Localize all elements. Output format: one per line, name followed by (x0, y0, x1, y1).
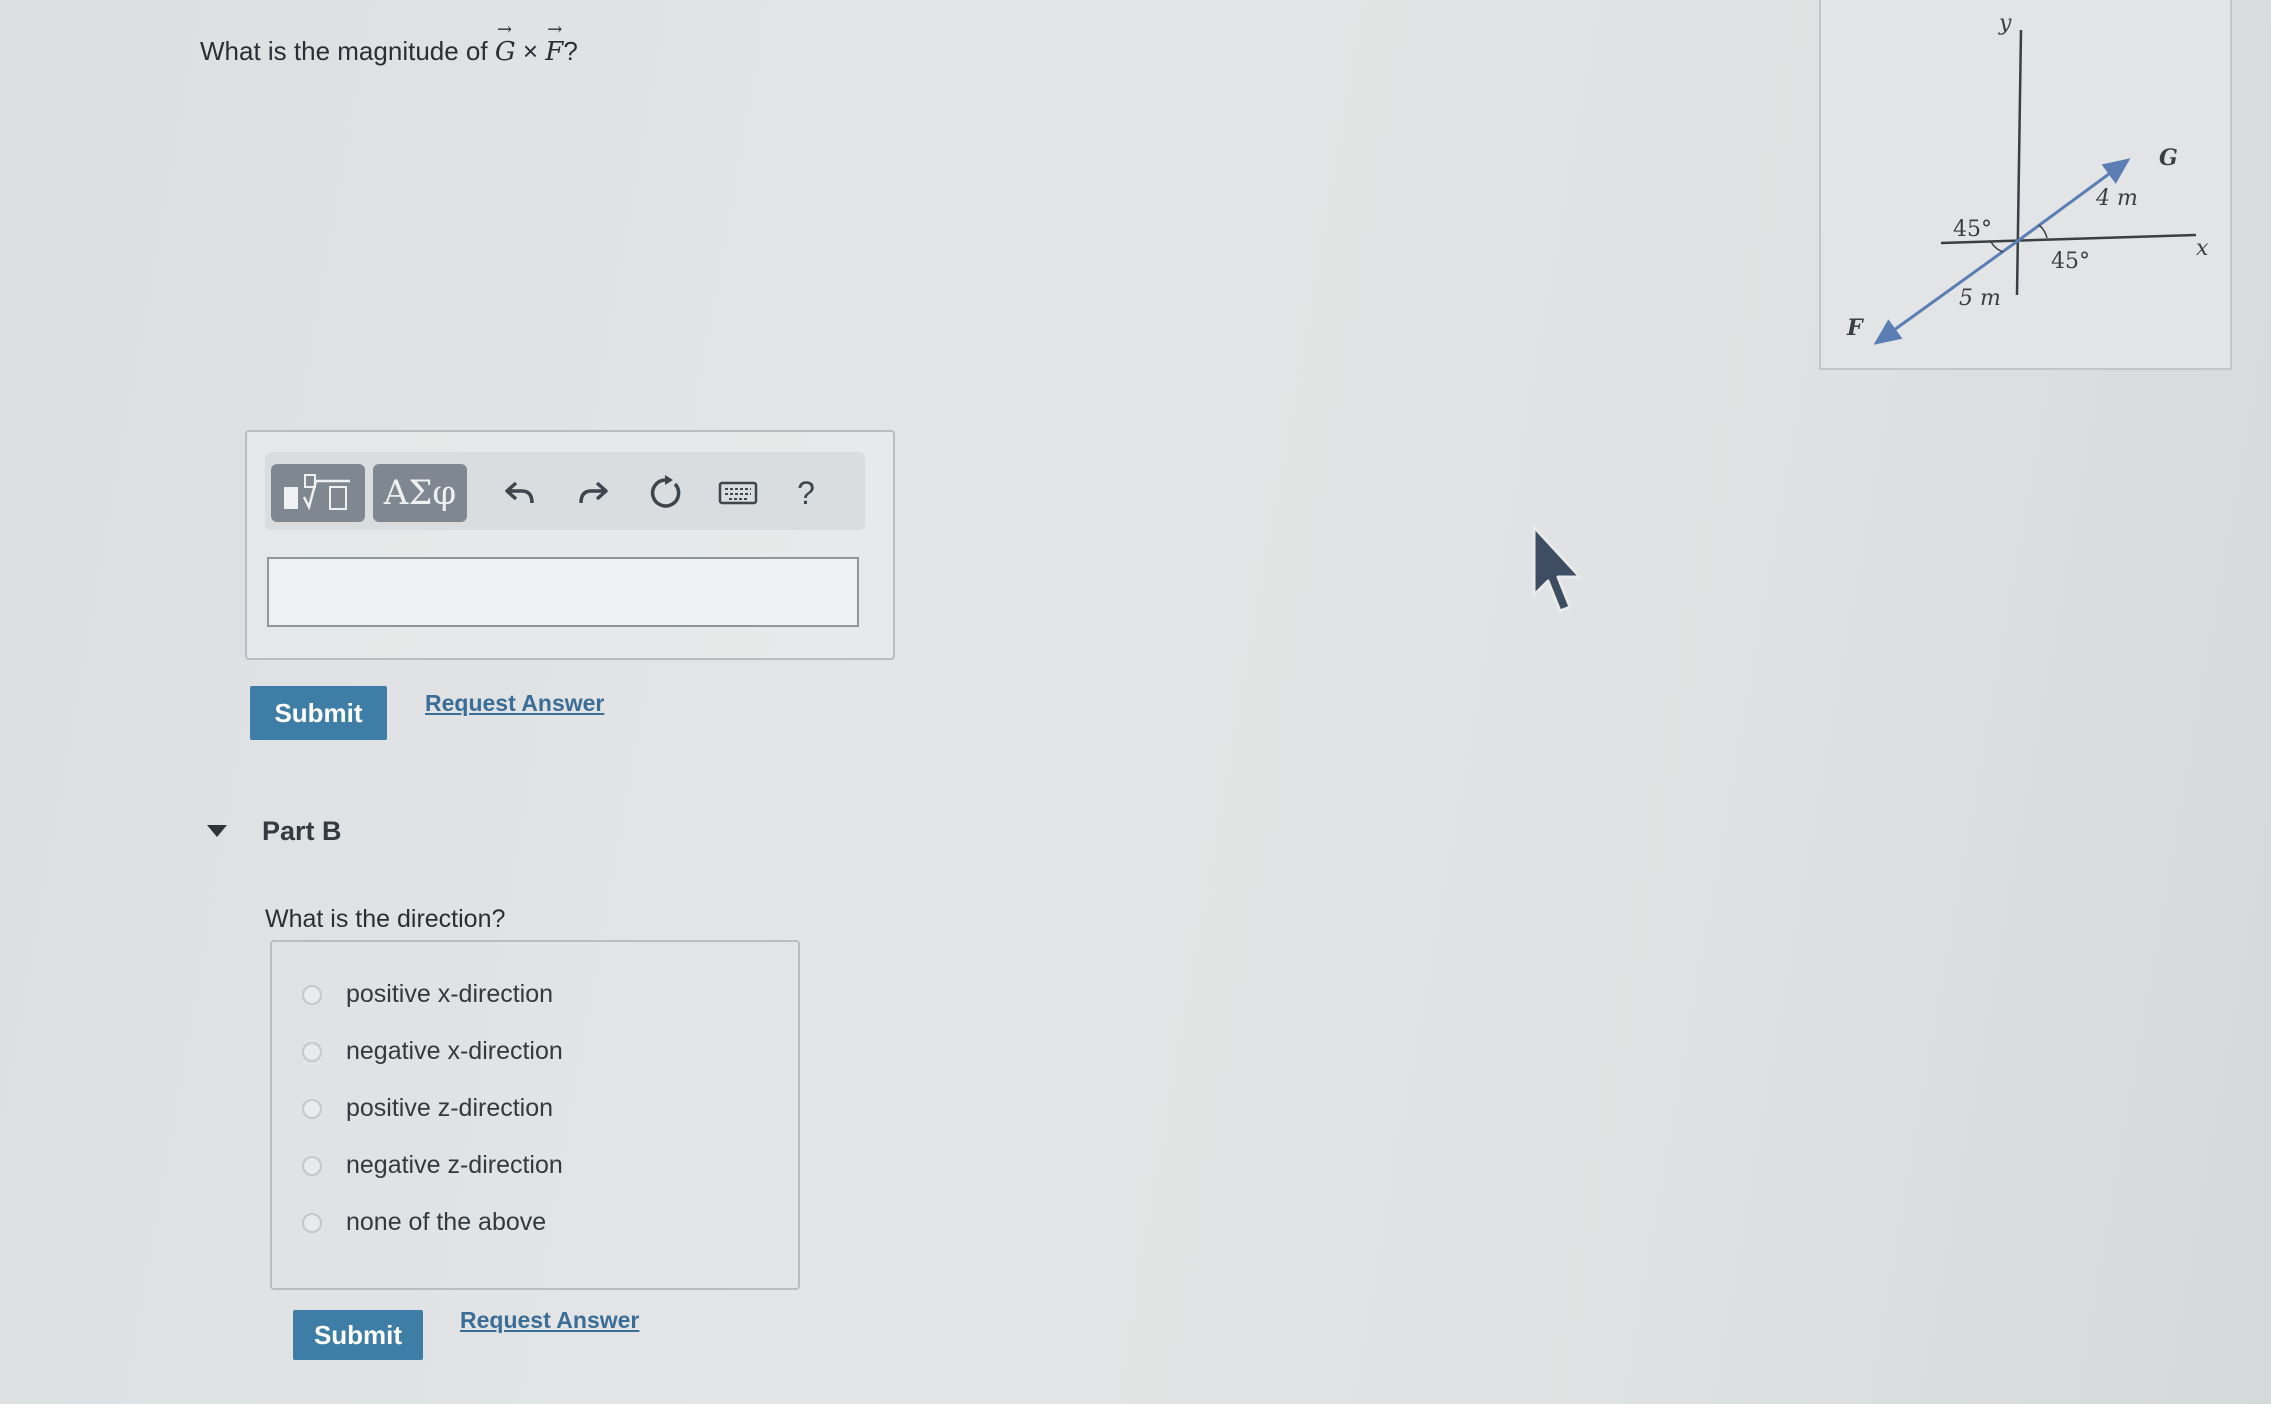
question-prefix: What is the magnitude of (200, 36, 488, 66)
answer-editor: ΑΣφ ? (245, 430, 895, 660)
keyboard-icon[interactable] (715, 470, 761, 516)
vector-diagram: y x G F 4 m 5 m 45° 45° (1819, 0, 2232, 370)
option-negative-x[interactable]: negative x-direction (302, 1037, 563, 1066)
radio-button[interactable] (302, 1212, 322, 1233)
part-b-question: What is the direction? (265, 905, 506, 933)
radio-button[interactable] (302, 984, 322, 1005)
vector-f-label: F (1846, 315, 1864, 341)
math-toolbar: ΑΣφ ? (265, 452, 865, 530)
option-label: none of the above (346, 1208, 547, 1236)
help-button[interactable]: ? (783, 470, 829, 516)
option-label: positive x-direction (346, 980, 554, 1008)
greek-symbols-button[interactable]: ΑΣφ (373, 464, 467, 522)
option-none[interactable]: none of the above (302, 1208, 546, 1237)
radio-button[interactable] (302, 1155, 322, 1176)
part-a-request-answer-link[interactable]: Request Answer (425, 690, 604, 717)
question-suffix: ? (563, 36, 578, 66)
vector-g-label: G (2159, 145, 2178, 171)
y-axis-label: y (1998, 11, 2012, 36)
option-positive-x[interactable]: positive x-direction (302, 980, 553, 1009)
vector-g-symbol: G (495, 19, 516, 67)
vector-f-symbol: F (545, 19, 563, 67)
templates-button[interactable] (271, 464, 365, 522)
part-a-submit-button[interactable]: Submit (250, 686, 387, 740)
answer-input[interactable] (267, 557, 859, 627)
direction-options: positive x-direction negative x-directio… (270, 940, 800, 1290)
part-b-title[interactable]: Part B (262, 816, 342, 847)
angle-upper-label: 45° (1953, 217, 1992, 242)
redo-icon[interactable] (570, 470, 616, 516)
reset-icon[interactable] (642, 470, 688, 516)
radio-button[interactable] (302, 1041, 322, 1062)
angle-arc-upper (1990, 241, 2004, 253)
option-label: negative x-direction (346, 1037, 563, 1065)
option-negative-z[interactable]: negative z-direction (302, 1151, 563, 1180)
angle-arc-lower (2038, 224, 2048, 239)
option-label: positive z-direction (346, 1094, 554, 1122)
option-label: negative z-direction (346, 1151, 563, 1179)
part-b-request-answer-link[interactable]: Request Answer (460, 1307, 639, 1334)
g-magnitude-label: 4 m (2095, 186, 2138, 211)
x-axis-label: x (2196, 236, 2209, 261)
angle-lower-label: 45° (2051, 249, 2090, 274)
part-a-question: What is the magnitude of G × F? (200, 19, 578, 67)
option-positive-z[interactable]: positive z-direction (302, 1094, 553, 1123)
part-b-submit-button[interactable]: Submit (293, 1310, 423, 1360)
undo-icon[interactable] (497, 470, 543, 516)
f-magnitude-label: 5 m (1959, 286, 2001, 311)
radio-button[interactable] (302, 1098, 322, 1119)
y-axis (2015, 29, 2023, 296)
templates-icon (284, 474, 350, 511)
collapse-arrow-icon[interactable] (205, 823, 229, 844)
vector-diagram-svg: y x G F 4 m 5 m 45° 45° (1846, 11, 2209, 345)
mouse-pointer-icon (1530, 525, 1590, 626)
cross-operator: × (522, 36, 539, 66)
